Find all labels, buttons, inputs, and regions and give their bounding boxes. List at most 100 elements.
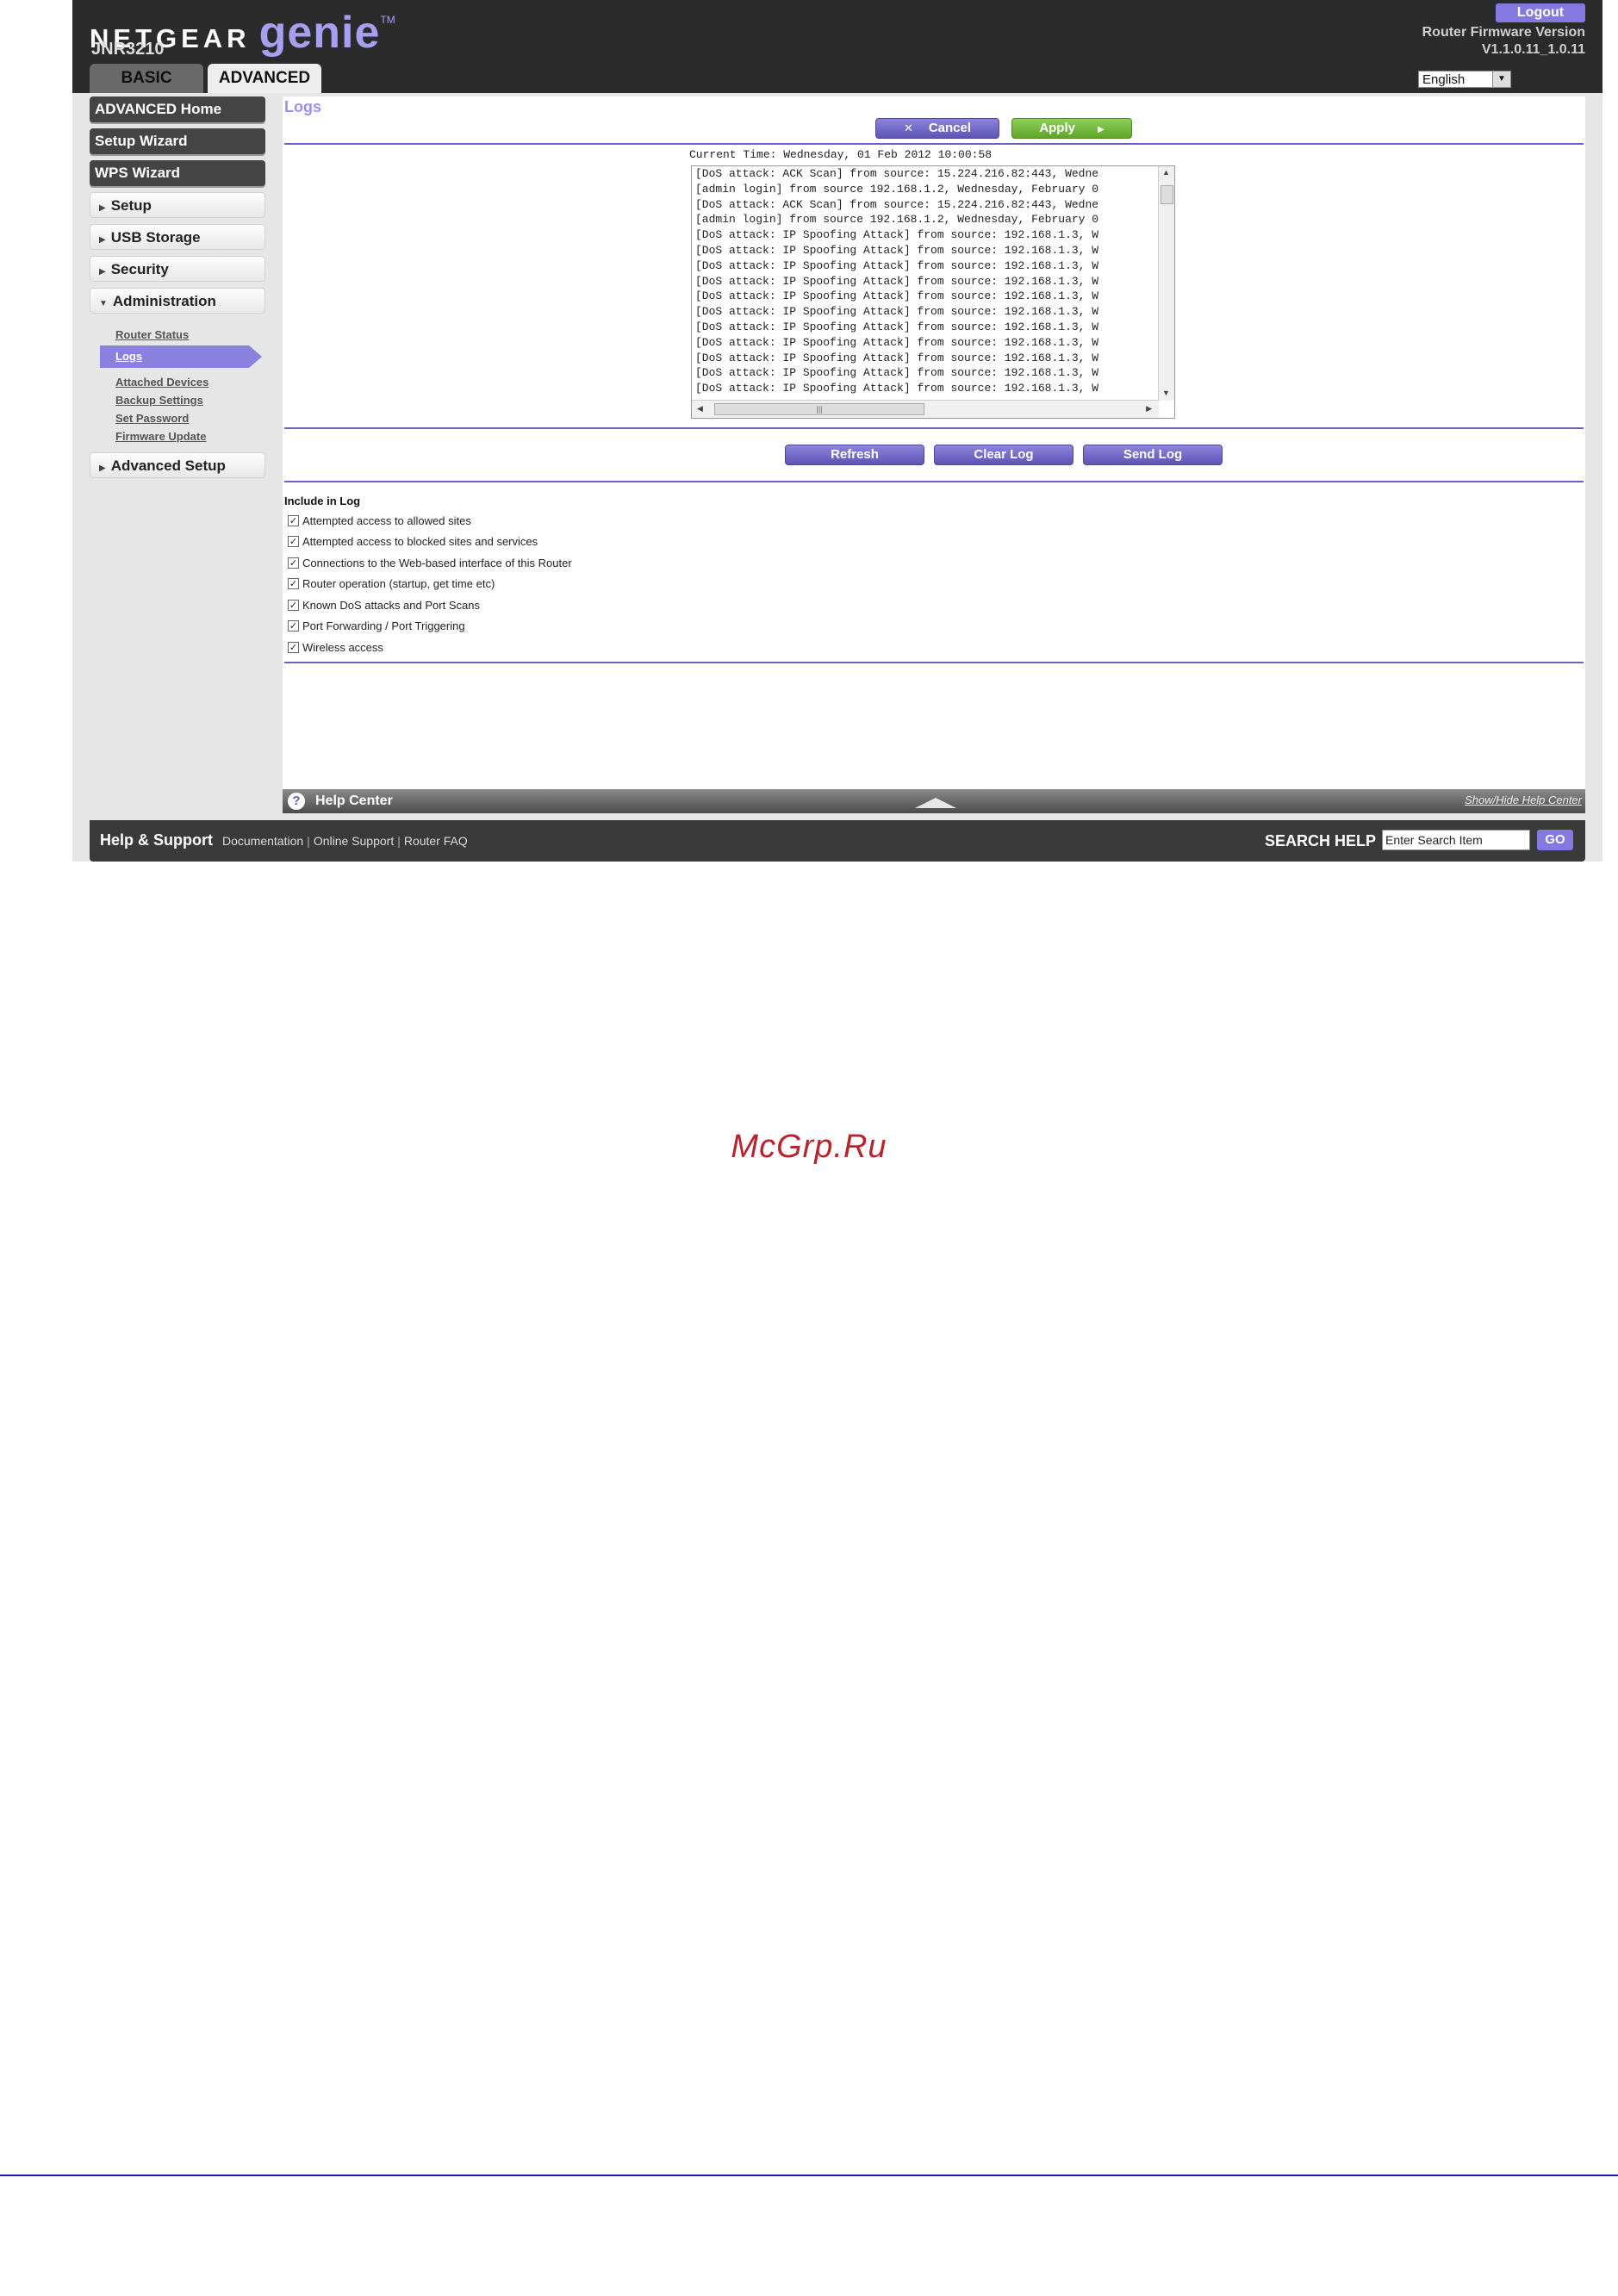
tab-basic[interactable]: BASIC	[90, 64, 203, 93]
sidebar-item-label: Setup	[110, 197, 152, 214]
log-line: [DoS attack: IP Spoofing Attack] from so…	[695, 335, 1099, 349]
option-checkbox[interactable]: ✓	[288, 578, 299, 590]
sidebar-item-wps-wizard[interactable]: WPS Wizard	[90, 160, 265, 186]
refresh-button[interactable]: Refresh	[785, 445, 924, 465]
chevron-up-icon[interactable]	[915, 798, 956, 808]
log-line: [DoS attack: ACK Scan] from source: 15.2…	[695, 167, 1099, 180]
model-number: JNR3210	[91, 40, 165, 59]
subnav-logs[interactable]: Logs	[100, 345, 262, 368]
firmware-version: V1.1.0.11_1.0.11	[1481, 42, 1585, 57]
help-icon[interactable]: ?	[288, 793, 305, 810]
log-line: [DoS attack: IP Spoofing Attack] from so…	[695, 366, 1099, 380]
sidebar-item-usb-storage[interactable]: ▶ USB Storage	[90, 224, 265, 250]
caret-right-icon: ▶	[99, 203, 106, 213]
log-option: ✓ Router operation (startup, get time etc…	[288, 574, 572, 595]
log-line: [DoS attack: IP Spoofing Attack] from so…	[695, 228, 1099, 242]
go-button[interactable]: GO	[1537, 830, 1573, 850]
caret-right-icon: ▶	[99, 235, 106, 245]
scroll-down-icon: ▼	[1162, 389, 1170, 397]
horizontal-scrollbar[interactable]: ◀ ||| ▶	[692, 400, 1159, 418]
router-frame: NETGEAR genie TM JNR3210 BASIC ADVANCED …	[72, 0, 1602, 862]
option-checkbox[interactable]: ✓	[288, 620, 299, 632]
logout-button[interactable]: Logout	[1496, 3, 1585, 22]
log-line: [DoS attack: ACK Scan] from source: 15.2…	[695, 197, 1099, 211]
router-faq-link[interactable]: Router FAQ	[404, 834, 468, 848]
option-label: Attempted access to blocked sites and se…	[302, 535, 538, 549]
log-option: ✓ Attempted access to blocked sites and s…	[288, 532, 572, 553]
current-time: Current Time: Wednesday, 01 Feb 2012 10:…	[689, 148, 993, 161]
caret-down-icon: ▼	[99, 299, 108, 308]
cancel-button[interactable]: ✕ Cancel	[875, 118, 999, 139]
scroll-up-icon: ▲	[1162, 168, 1170, 177]
sidebar-item-advanced-home[interactable]: ADVANCED Home	[90, 96, 265, 122]
footer: Help & Support Documentation | Online Supp…	[90, 820, 1585, 862]
sidebar-item-setup-wizard[interactable]: Setup Wizard	[90, 128, 265, 154]
page-title: Logs	[284, 98, 321, 115]
chevron-down-icon: ▼	[1492, 72, 1510, 87]
log-option: ✓ Known DoS attacks and Port Scans	[288, 594, 572, 616]
scroll-right-icon: ▶	[1146, 404, 1152, 413]
log-option: ✓ Wireless access	[288, 637, 572, 658]
subnav-backup-settings[interactable]: Backup Settings	[90, 391, 265, 409]
sidebar-item-label: Security	[110, 261, 169, 277]
log-textarea[interactable]: [DoS attack: ACK Scan] from source: 15.2…	[691, 165, 1175, 419]
help-center-title: Help Center	[315, 793, 393, 808]
log-options: ✓ Attempted access to allowed sites ✓ Attem…	[288, 510, 572, 658]
log-lines: [DoS attack: ACK Scan] from source: 15.2…	[692, 166, 1174, 396]
language-select[interactable]: English ▼	[1418, 71, 1511, 88]
option-checkbox[interactable]: ✓	[288, 536, 299, 548]
subnav-set-password[interactable]: Set Password	[90, 409, 265, 427]
divider	[284, 143, 1584, 145]
horizontal-scroll-thumb[interactable]: |||	[714, 403, 924, 415]
page-bottom-rule	[0, 2175, 1618, 2176]
option-checkbox[interactable]: ✓	[288, 514, 299, 526]
sidebar-item-label: Administration	[112, 293, 216, 309]
log-option: ✓ Connections to the Web-based interface …	[288, 552, 572, 574]
vertical-scrollbar[interactable]: ▲ ▼	[1158, 166, 1174, 401]
arrow-right-icon: ▶	[1097, 125, 1105, 134]
send-log-button[interactable]: Send Log	[1083, 445, 1223, 465]
apply-label: Apply	[1039, 121, 1075, 135]
subnav-attached-devices[interactable]: Attached Devices	[90, 373, 265, 391]
online-support-link[interactable]: Online Support	[314, 834, 394, 848]
documentation-link[interactable]: Documentation	[222, 834, 303, 848]
vertical-scroll-thumb[interactable]	[1161, 185, 1173, 204]
sidebar-item-label: USB Storage	[110, 229, 201, 246]
sidebar-item-advanced-setup[interactable]: ▶ Advanced Setup	[90, 452, 265, 478]
search-input[interactable]: Enter Search Item	[1382, 830, 1530, 850]
log-option: ✓ Port Forwarding / Port Triggering	[288, 616, 572, 638]
sidebar-item-setup[interactable]: ▶ Setup	[90, 192, 265, 218]
apply-button[interactable]: Apply ▶	[1011, 118, 1132, 139]
caret-right-icon: ▶	[99, 267, 106, 277]
option-checkbox[interactable]: ✓	[288, 641, 299, 653]
sidebar-item-security[interactable]: ▶ Security	[90, 256, 265, 282]
log-line: [DoS attack: IP Spoofing Attack] from so…	[695, 320, 1099, 333]
option-label: Wireless access	[302, 640, 383, 654]
log-line: [DoS attack: IP Spoofing Attack] from so…	[695, 382, 1099, 395]
option-label: Connections to the Web-based interface o…	[302, 556, 572, 569]
option-checkbox[interactable]: ✓	[288, 599, 299, 611]
log-line: [DoS attack: IP Spoofing Attack] from so…	[695, 351, 1099, 364]
option-label: Router operation (startup, get time etc)	[302, 577, 495, 591]
clear-log-button[interactable]: Clear Log	[934, 445, 1073, 465]
help-support-title: Help & Support	[100, 831, 213, 849]
sidebar-item-label: Advanced Setup	[110, 457, 226, 474]
genie-wordmark: genie	[258, 8, 381, 58]
trademark-mark: TM	[380, 14, 395, 26]
divider	[284, 481, 1584, 482]
sidebar-item-administration[interactable]: ▼ Administration	[90, 288, 265, 314]
show-hide-help-link[interactable]: Show/Hide Help Center	[1465, 793, 1582, 806]
help-center-bar: ? Help Center Show/Hide Help Center	[283, 789, 1585, 813]
log-line: [DoS attack: IP Spoofing Attack] from so…	[695, 258, 1099, 272]
tab-advanced[interactable]: ADVANCED	[208, 64, 321, 93]
option-checkbox[interactable]: ✓	[288, 557, 299, 569]
cancel-label: Cancel	[928, 121, 972, 135]
log-line: [DoS attack: IP Spoofing Attack] from so…	[695, 305, 1099, 319]
log-line: [admin login] from source 192.168.1.2, W…	[695, 213, 1099, 227]
divider	[284, 662, 1584, 663]
subnav-firmware-update[interactable]: Firmware Update	[90, 427, 265, 445]
subnav-router-status[interactable]: Router Status	[90, 326, 265, 344]
header: NETGEAR genie TM JNR3210 BASIC ADVANCED …	[72, 0, 1602, 93]
divider	[284, 427, 1584, 429]
language-value: English	[1422, 72, 1466, 87]
